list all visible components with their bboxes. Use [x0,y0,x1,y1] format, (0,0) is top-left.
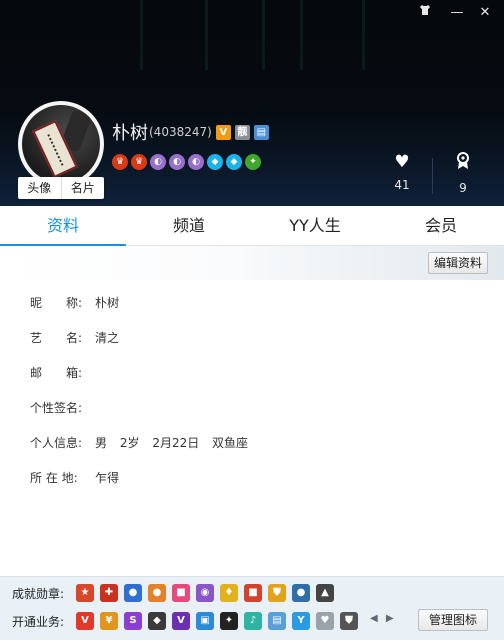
chevron-right-icon[interactable]: ▶ [386,613,394,624]
v-badge-icon[interactable]: V [215,124,231,140]
shield-icon[interactable]: ⛊ [268,584,286,602]
toolbar: 编辑资料 [0,246,504,280]
moon-icon[interactable]: ◐ [150,154,166,170]
info-value: 清之 [95,331,120,345]
wolf-icon[interactable]: ▲ [316,584,334,602]
card-service-icon[interactable]: ▤ [268,612,286,630]
avatar-tabs: 头像 名片 [18,177,104,199]
services-pager: ◀ ▶ [370,613,399,624]
info-row-personal: 个人信息: 男 2岁 2月22日 双鱼座 [30,425,257,460]
gender: 男 [95,436,108,450]
info-label: 个性签名: [30,401,83,415]
diamond-icon[interactable]: ◆ [207,154,223,170]
business-card-tab[interactable]: 名片 [60,177,105,199]
cat-icon[interactable]: ● [292,584,310,602]
info-label: 所 在 地: [30,471,78,485]
music-service-icon[interactable]: ♪ [244,612,262,630]
header-decoration [140,0,143,70]
header-decoration [362,0,365,70]
medal-icon[interactable]: ✚ [100,584,118,602]
medal-icon[interactable]: ■ [244,584,262,602]
award-icon [443,152,483,175]
diamond-icon[interactable]: ◆ [226,154,242,170]
medal-icon[interactable]: ★ [76,584,94,602]
vip-service-icon[interactable]: V [172,612,190,630]
info-row-location: 所 在 地: 乍得 [30,460,257,495]
info-value: 男 2岁 2月22日 双鱼座 [95,434,257,451]
nickname: 朴树 [112,123,148,144]
header-decoration [300,0,303,70]
pumpkin-icon[interactable]: ● [148,584,166,602]
level-medals: ♛ ♛ ◐ ◐ ◐ ◆ ◆ ✦ [112,154,261,170]
tab-channel[interactable]: 频道 [126,206,252,245]
game-service-icon[interactable]: ◆ [148,612,166,630]
shirt-icon[interactable] [414,4,436,22]
info-row-stage-name: 艺 名: 清之 [30,320,257,355]
medals-label: 成就勋章: [12,586,65,601]
header-decoration [205,0,208,70]
info-label: 昵 称: [30,296,83,310]
likes-count: 41 [394,178,410,192]
crown-icon[interactable]: ♛ [112,154,128,170]
services-row: 开通业务: V ¥ S ◆ V ▣ ✦ ♪ ▤ Y ♥ ⛊ [12,609,358,633]
heart-service-icon[interactable]: ♥ [316,612,334,630]
s-service-icon[interactable]: S [124,612,142,630]
divider [432,158,433,194]
yy-id: (4038247) [149,125,212,139]
heart-icon: ♥ [394,152,410,172]
v-service-icon[interactable]: V [76,612,94,630]
gift-icon[interactable]: ■ [172,584,190,602]
tab-membership[interactable]: 会员 [378,206,504,245]
globe-icon[interactable]: ● [124,584,142,602]
info-value: 朴树 [95,296,120,310]
medals-row: 成就勋章: ★ ✚ ● ● ■ ◉ ♦ ■ ⛊ ● ▲ [12,581,334,605]
moon-icon[interactable]: ◐ [188,154,204,170]
info-label: 艺 名: [30,331,83,345]
medal-icon[interactable]: ♦ [220,584,238,602]
edit-profile-button[interactable]: 编辑资料 [428,252,488,274]
moon-icon[interactable]: ◐ [169,154,185,170]
yen-service-icon[interactable]: ¥ [100,612,118,630]
tab-profile[interactable]: 资料 [0,206,126,246]
star-icon[interactable]: ✦ [245,154,261,170]
services-label: 开通业务: [12,614,65,629]
tab-yy-life[interactable]: YY人生 [252,206,378,245]
awards-stat[interactable]: 9 [443,152,483,195]
id-card-icon[interactable]: ▤ [253,124,269,140]
info-label: 个人信息: [30,436,83,450]
profile-info: 昵 称: 朴树 艺 名: 清之 邮 箱: 个性签名: 个人信息: 男 2岁 2月… [30,285,257,495]
likes-stat[interactable]: ♥ 41 [382,152,422,192]
avatar-tab[interactable]: 头像 [18,177,61,199]
info-row-signature: 个性签名: [30,390,257,425]
info-row-nickname: 昵 称: 朴树 [30,285,257,320]
manage-icons-button[interactable]: 管理图标 [418,609,488,631]
header-decoration [262,0,265,70]
vip-number-icon[interactable]: 靓 [234,124,250,140]
awards-count: 9 [459,181,467,195]
avatar[interactable] [22,105,100,183]
info-value: 乍得 [95,471,120,485]
profile-header: — ✕ 朴树 (4038247) V 靓 ▤ ♛ ♛ ◐ ◐ ◐ ◆ ◆ ✦ ♥… [0,0,504,206]
shield-service-icon[interactable]: ⛊ [340,612,358,630]
info-label: 邮 箱: [30,366,83,380]
y-service-icon[interactable]: Y [292,612,310,630]
name-row: 朴树 (4038247) V 靓 ▤ [112,120,269,144]
sword-service-icon[interactable]: ✦ [220,612,238,630]
chevron-left-icon[interactable]: ◀ [370,613,378,624]
close-button[interactable]: ✕ [474,4,496,22]
birthday: 2月22日 [152,436,200,450]
profile-tabs: 资料 频道 YY人生 会员 [0,206,504,246]
age: 2岁 [119,436,140,450]
screen-service-icon[interactable]: ▣ [196,612,214,630]
crown-icon[interactable]: ♛ [131,154,147,170]
zodiac: 双鱼座 [212,436,249,450]
minimize-button[interactable]: — [446,4,468,22]
info-row-email: 邮 箱: [30,355,257,390]
medal-icon[interactable]: ◉ [196,584,214,602]
